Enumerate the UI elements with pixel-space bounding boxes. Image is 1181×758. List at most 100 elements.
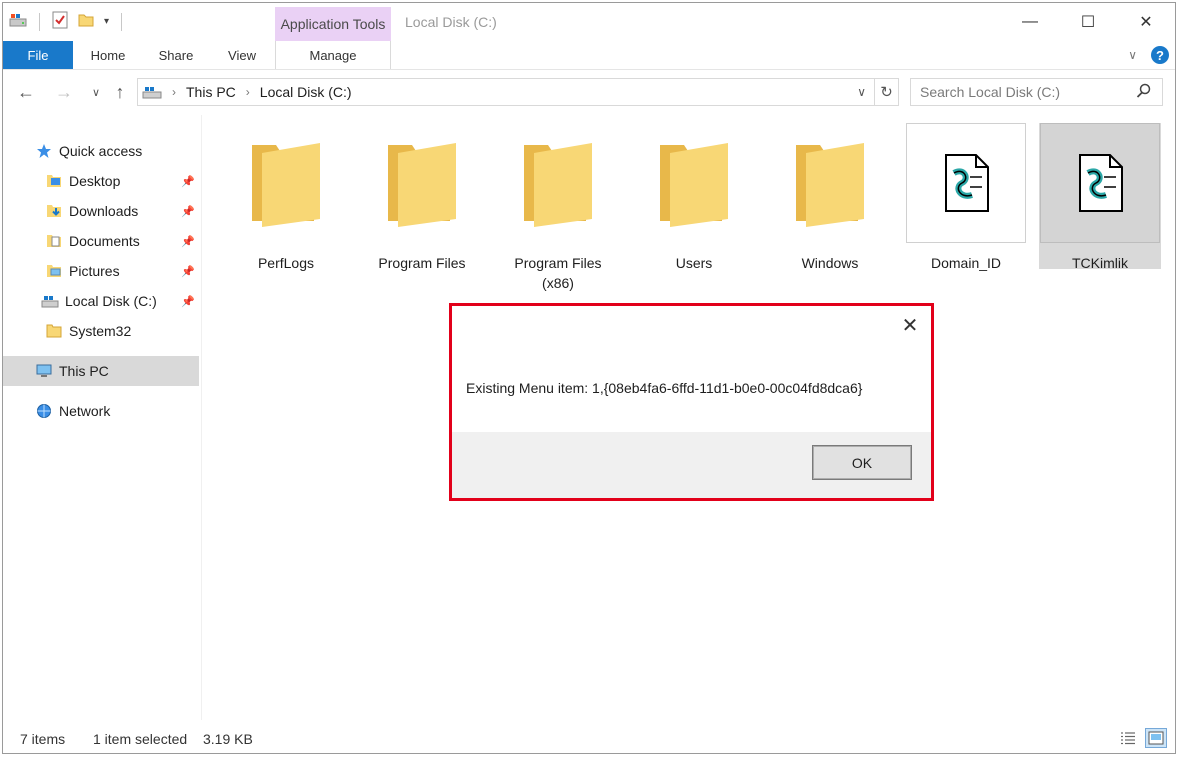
help-icon[interactable]: ? <box>1151 46 1169 64</box>
expand-ribbon-icon[interactable]: ∨ <box>1128 48 1137 62</box>
nav-downloads[interactable]: Downloads 📌 <box>3 196 199 226</box>
folder-item-users[interactable]: Users <box>633 123 755 289</box>
selection-status: 1 item selected <box>93 731 188 747</box>
title-bar: ▾ Application Tools Local Disk (C:) — ☐ … <box>3 3 1175 41</box>
navigation-row: ← → ∨ ↑ › This PC › Local Disk (C:) ∨ ↻ … <box>3 76 1175 110</box>
folder-icon <box>226 123 346 243</box>
dialog-close-button[interactable]: ✕ <box>899 314 921 337</box>
folder-icon <box>770 123 890 243</box>
pane-divider[interactable] <box>201 115 202 720</box>
recent-locations-button[interactable]: ∨ <box>85 80 107 104</box>
script-file-icon <box>1040 123 1160 243</box>
pin-icon[interactable]: 📌 <box>181 205 195 218</box>
nav-label: Local Disk (C:) <box>65 293 157 309</box>
item-label: Domain_ID <box>930 255 1002 271</box>
documents-folder-icon <box>45 232 63 250</box>
minimize-button[interactable]: — <box>1001 3 1059 41</box>
navigation-pane: Quick access Desktop 📌 Downloads 📌 Docum… <box>3 115 201 720</box>
item-label: Windows <box>801 255 859 271</box>
nav-desktop[interactable]: Desktop 📌 <box>3 166 199 196</box>
star-icon <box>35 142 53 160</box>
search-icon[interactable] <box>1136 83 1152 102</box>
network-icon <box>35 402 53 420</box>
tab-home[interactable]: Home <box>83 41 133 69</box>
close-button[interactable]: ✕ <box>1117 3 1175 41</box>
ribbon-tabs: File Home Share View Manage ∨ ? <box>3 41 1175 70</box>
properties-icon[interactable] <box>52 11 68 32</box>
pin-icon[interactable]: 📌 <box>181 265 195 278</box>
nav-this-pc[interactable]: This PC <box>3 356 199 386</box>
nav-network[interactable]: Network <box>3 396 199 426</box>
status-bar: 7 items 1 item selected 3.19 KB <box>3 725 1175 753</box>
nav-label: This PC <box>59 363 109 379</box>
back-button[interactable]: ← <box>15 80 37 104</box>
tab-file[interactable]: File <box>3 41 73 69</box>
item-label: PerfLogs <box>257 255 315 271</box>
nav-label: Documents <box>69 233 140 249</box>
nav-label: Pictures <box>69 263 120 279</box>
computer-icon <box>35 362 53 380</box>
dialog-footer: OK <box>452 432 931 498</box>
nav-local-disk[interactable]: Local Disk (C:) 📌 <box>3 286 199 316</box>
nav-quick-access[interactable]: Quick access <box>3 136 199 166</box>
address-dropdown-icon[interactable]: ∨ <box>857 85 866 99</box>
large-icons-view-icon[interactable] <box>1145 728 1167 748</box>
window-title: Local Disk (C:) <box>405 14 497 30</box>
folder-item-program-files[interactable]: Program Files <box>361 123 483 289</box>
details-view-icon[interactable] <box>1117 728 1139 748</box>
window-controls: — ☐ ✕ <box>1001 3 1175 41</box>
nav-label: System32 <box>69 323 132 339</box>
file-item-domain-id[interactable]: Domain_ID <box>905 123 1027 289</box>
folder-item-program-files-x86[interactable]: Program Files (x86) <box>497 123 619 291</box>
new-folder-icon[interactable] <box>78 12 94 31</box>
item-label: Program Files (x86) <box>514 255 602 291</box>
pictures-folder-icon <box>45 262 63 280</box>
tab-view[interactable]: View <box>219 41 265 69</box>
maximize-button[interactable]: ☐ <box>1059 3 1117 41</box>
ok-button[interactable]: OK <box>812 445 912 480</box>
nav-label: Quick access <box>59 143 143 159</box>
breadcrumb-this-pc[interactable]: This PC <box>186 84 236 100</box>
quick-access-toolbar: ▾ <box>9 11 123 32</box>
script-file-icon <box>906 123 1026 243</box>
qat-separator <box>39 12 40 31</box>
nav-label: Desktop <box>69 173 121 189</box>
nav-system32[interactable]: System32 <box>3 316 199 346</box>
pin-icon[interactable]: 📌 <box>181 295 195 308</box>
breadcrumb-local-disk[interactable]: Local Disk (C:) <box>260 84 352 100</box>
drive-icon <box>41 292 59 310</box>
item-label: Program Files <box>378 255 466 271</box>
folder-icon <box>45 322 63 340</box>
folder-item-perflogs[interactable]: PerfLogs <box>225 123 347 289</box>
up-button[interactable]: ↑ <box>109 80 131 104</box>
nav-documents[interactable]: Documents 📌 <box>3 226 199 256</box>
refresh-icon[interactable]: ↻ <box>874 79 898 105</box>
forward-button[interactable]: → <box>53 80 75 104</box>
customize-qat-icon[interactable]: ▾ <box>104 16 109 27</box>
downloads-folder-icon <box>45 202 63 220</box>
ribbon-right-controls: ∨ ? <box>1128 46 1169 64</box>
drive-icon[interactable] <box>9 12 27 31</box>
application-tools-header: Application Tools <box>275 7 391 41</box>
dialog-message: Existing Menu item: 1,{08eb4fa6-6ffd-11d… <box>466 380 863 396</box>
search-input[interactable]: Search Local Disk (C:) <box>910 78 1163 106</box>
nav-pictures[interactable]: Pictures 📌 <box>3 256 199 286</box>
item-label: Users <box>675 255 713 271</box>
folder-icon <box>498 123 618 243</box>
nav-label: Network <box>59 403 111 419</box>
file-item-tckimlik[interactable]: TCKimlik <box>1039 123 1161 271</box>
nav-label: Downloads <box>69 203 139 219</box>
tab-share[interactable]: Share <box>151 41 201 69</box>
desktop-folder-icon <box>45 172 63 190</box>
address-bar[interactable]: › This PC › Local Disk (C:) ∨ ↻ <box>137 78 899 106</box>
folder-icon <box>634 123 754 243</box>
search-placeholder: Search Local Disk (C:) <box>920 84 1061 100</box>
breadcrumb-separator-icon[interactable]: › <box>246 85 250 99</box>
item-count: 7 items <box>20 731 66 747</box>
pin-icon[interactable]: 📌 <box>181 175 195 188</box>
pin-icon[interactable]: 📌 <box>181 235 195 248</box>
tab-manage[interactable]: Manage <box>275 41 391 69</box>
breadcrumb-separator-icon[interactable]: › <box>172 85 176 99</box>
folder-icon <box>362 123 482 243</box>
folder-item-windows[interactable]: Windows <box>769 123 891 289</box>
